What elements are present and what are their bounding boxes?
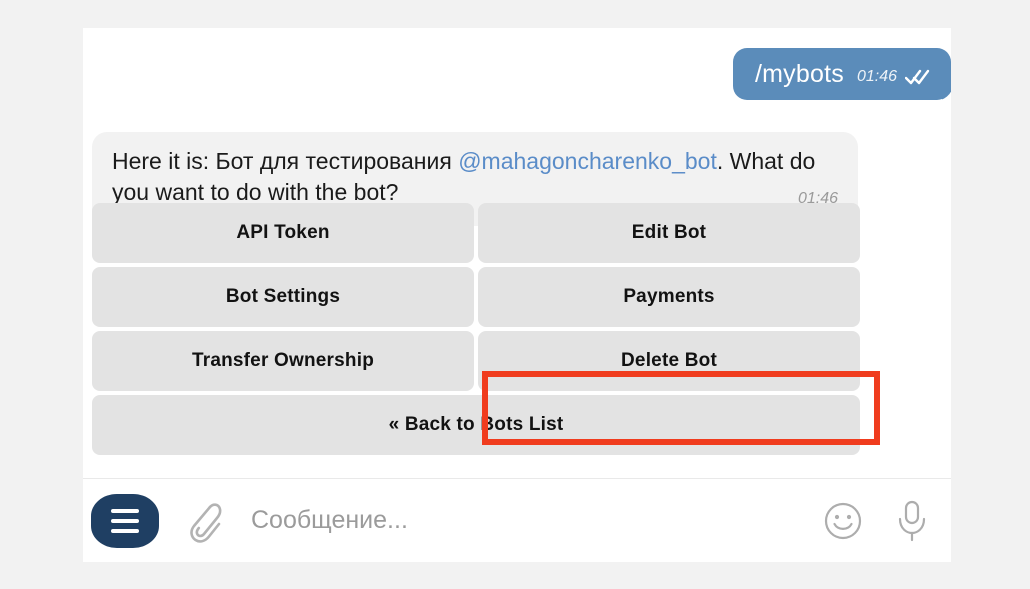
paperclip-icon[interactable] — [181, 498, 223, 544]
keyboard-row: Transfer Ownership Delete Bot — [92, 331, 860, 391]
outgoing-message-row: /mybots 01:46 — [733, 48, 951, 100]
bot-username-link[interactable]: @mahagoncharenko_bot — [458, 148, 717, 174]
outgoing-message-time: 01:46 — [856, 68, 897, 85]
keyboard-button-edit-bot[interactable]: Edit Bot — [478, 203, 860, 263]
message-list: /mybots 01:46 Here it is: Бот для тестир… — [83, 28, 951, 478]
keyboard-row: API Token Edit Bot — [92, 203, 860, 263]
outgoing-message-bubble[interactable]: /mybots 01:46 — [733, 48, 951, 100]
keyboard-button-transfer-ownership[interactable]: Transfer Ownership — [92, 331, 474, 391]
incoming-message-text: Here it is: Бот для тестирования @mahago… — [112, 146, 840, 208]
outgoing-message-text: /mybots — [755, 59, 844, 88]
chat-panel: /mybots 01:46 Here it is: Бот для тестир… — [83, 28, 951, 562]
keyboard-button-payments[interactable]: Payments — [478, 267, 860, 327]
keyboard-button-api-token[interactable]: API Token — [92, 203, 474, 263]
smiley-icon[interactable] — [823, 501, 863, 541]
keyboard-button-bot-settings[interactable]: Bot Settings — [92, 267, 474, 327]
keyboard-row: « Back to Bots List — [92, 395, 860, 455]
message-input[interactable]: Сообщение... — [251, 506, 791, 535]
keyboard-row: Bot Settings Payments — [92, 267, 860, 327]
inline-keyboard: API Token Edit Bot Bot Settings Payments… — [92, 203, 880, 459]
double-check-icon — [905, 69, 931, 85]
keyboard-button-delete-bot[interactable]: Delete Bot — [478, 331, 860, 391]
keyboard-button-back-to-bots-list[interactable]: « Back to Bots List — [92, 395, 860, 455]
hamburger-menu-icon[interactable] — [91, 493, 159, 548]
incoming-text-before-link: Here it is: Бот для тестирования — [112, 148, 459, 174]
bubble-tail — [942, 78, 951, 100]
message-composer: Сообщение... — [83, 478, 951, 562]
microphone-icon[interactable] — [895, 499, 929, 543]
